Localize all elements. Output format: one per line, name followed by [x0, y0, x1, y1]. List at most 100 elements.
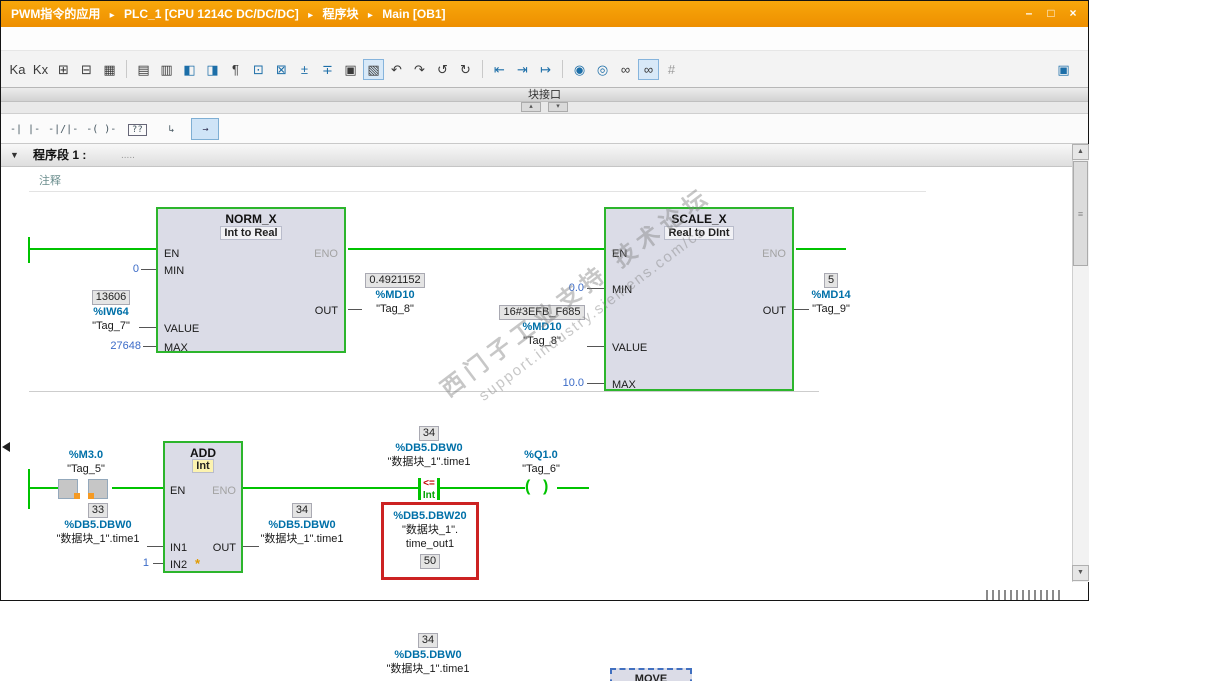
scale-min-constant[interactable]: 0.0: [544, 282, 584, 294]
breadcrumb-plc[interactable]: PLC_1 [CPU 1214C DC/DC/DC]: [124, 7, 299, 21]
insert-empty-box-icon[interactable]: ⊠: [271, 59, 292, 80]
operand-address[interactable]: %MD10: [495, 320, 589, 334]
drag-handle[interactable]: [88, 493, 94, 499]
collapse-all-networks-icon[interactable]: ▥: [156, 59, 177, 80]
operand-tag[interactable]: "Tag_8": [359, 302, 431, 316]
expand-operands-icon[interactable]: ±: [294, 59, 315, 80]
no-contact-symbol[interactable]: [58, 479, 112, 499]
operand-tag[interactable]: "数据块_1".: [384, 523, 476, 537]
norm-out-operand[interactable]: 0.4921152 %MD10 "Tag_8": [359, 273, 431, 316]
favorite-open-branch-icon[interactable]: ↳: [157, 118, 185, 140]
network-collapse-icon[interactable]: ▼: [10, 144, 19, 167]
norm-x-type-dropdown[interactable]: Int to Real: [158, 226, 344, 240]
favorites-pane-icon[interactable]: ▣: [340, 59, 361, 80]
scale-value-operand[interactable]: 16#3EFB_F685 %MD10 "Tag_8": [495, 305, 589, 348]
operand-address[interactable]: %MD14: [798, 288, 864, 302]
operand-tag[interactable]: "Tag_5": [56, 462, 116, 476]
favorite-no-contact-icon[interactable]: -| |-: [9, 118, 41, 140]
scale-x-block[interactable]: SCALE_X Real to DInt EN ENO MIN VALUE MA…: [604, 207, 794, 391]
operand-tag[interactable]: "数据块_1".time1: [37, 532, 159, 546]
cmp-type[interactable]: Int: [415, 490, 443, 501]
consistency-check-icon[interactable]: ↻: [455, 59, 476, 80]
symbolic-operand-icon[interactable]: Kx: [30, 59, 51, 80]
add-type-dropdown[interactable]: Int: [165, 459, 241, 473]
operand-tag[interactable]: "数据块_1".time1: [241, 532, 363, 546]
coil-symbol[interactable]: ): [543, 477, 548, 497]
breadcrumb-main-ob1[interactable]: Main [OB1]: [382, 7, 445, 21]
operand-tag[interactable]: "Tag_8": [495, 334, 589, 348]
network-comment[interactable]: 注释: [39, 172, 61, 188]
refresh-icon[interactable]: ↺: [432, 59, 453, 80]
interface-expand-button[interactable]: ▴: [520, 102, 541, 112]
add-in1-operand[interactable]: 33 %DB5.DBW0 "数据块_1".time1: [37, 503, 159, 546]
go-offline-icon[interactable]: ◎: [592, 59, 613, 80]
zoom-slider[interactable]: [986, 590, 1064, 600]
add-block[interactable]: ADD Int EN ENO IN1 IN2 OUT *: [163, 441, 243, 573]
favorite-jump-icon[interactable]: →: [191, 117, 220, 140]
operand-tag[interactable]: time_out1: [384, 537, 476, 551]
norm-min-constant[interactable]: 0: [101, 263, 139, 275]
network-header[interactable]: ▼ 程序段 1 : .....: [1, 144, 1088, 167]
splitter-grip-icon[interactable]: ≡: [1078, 209, 1083, 219]
favorite-empty-box-icon[interactable]: ??: [123, 118, 151, 140]
operand-address[interactable]: %DB5.DBW0: [37, 518, 159, 532]
favorite-nc-contact-icon[interactable]: -|/|-: [47, 118, 79, 140]
move-block-selected[interactable]: MOVE: [610, 668, 692, 681]
breadcrumb-program-blocks[interactable]: 程序块: [322, 7, 358, 21]
free-comment-icon[interactable]: ▧: [363, 58, 384, 80]
coil-symbol[interactable]: (: [525, 477, 530, 497]
monitoring-glasses-icon[interactable]: ∞: [615, 59, 636, 80]
insert-rung-icon[interactable]: ↦: [535, 59, 556, 80]
selection-mode-icon[interactable]: ▦: [99, 59, 120, 80]
operand-address[interactable]: %DB5.DBW20: [384, 509, 476, 523]
right-pane-icon[interactable]: ◨: [202, 59, 223, 80]
left-pane-icon[interactable]: ◧: [179, 59, 200, 80]
drag-handle[interactable]: [74, 493, 80, 499]
breadcrumb-project[interactable]: PWM指令的应用: [11, 7, 100, 21]
operand-address[interactable]: %M3.0: [56, 448, 116, 462]
operand-tag[interactable]: "数据块_1".time1: [368, 662, 488, 676]
scale-out-operand[interactable]: 5 %MD14 "Tag_9": [798, 273, 864, 316]
favorite-coil-icon[interactable]: -( )-: [85, 118, 117, 140]
scrollbar-thumb[interactable]: ≡: [1073, 161, 1088, 266]
insert-parameter-icon[interactable]: *: [195, 557, 200, 570]
contact-operand[interactable]: %M3.0 "Tag_5": [56, 448, 116, 476]
add-out-operand[interactable]: 34 %DB5.DBW0 "数据块_1".time1: [241, 503, 363, 546]
norm-x-block[interactable]: NORM_X Int to Real EN ENO MIN VALUE MAX …: [156, 207, 346, 354]
operand-tag[interactable]: "Tag_7": [73, 319, 149, 333]
undo-icon[interactable]: ↶: [386, 59, 407, 80]
interface-collapse-button[interactable]: ▾: [548, 102, 569, 112]
scroll-up-button[interactable]: ▲: [1072, 144, 1089, 160]
norm-value-operand[interactable]: 13606 %IW64 "Tag_7": [73, 290, 149, 333]
insert-branch-icon[interactable]: ⇤: [489, 59, 510, 80]
scale-max-constant[interactable]: 10.0: [542, 377, 584, 389]
block-interface-bar[interactable]: 块接口: [1, 88, 1088, 102]
network-comment-icon[interactable]: ¶: [225, 59, 246, 80]
rung3-operand[interactable]: 34 %DB5.DBW0 "数据块_1".time1: [368, 633, 488, 676]
scroll-down-button[interactable]: ▼: [1072, 565, 1089, 581]
operand-tag[interactable]: "数据块_1".time1: [369, 455, 489, 469]
cmp-top-operand[interactable]: 34 %DB5.DBW0 "数据块_1".time1: [369, 426, 489, 469]
minimize-button[interactable]: –: [1020, 4, 1038, 22]
monitoring-toggle-icon[interactable]: ∞: [638, 58, 659, 80]
cmp-operator[interactable]: <=: [415, 478, 443, 489]
operand-address[interactable]: %Q1.0: [511, 448, 571, 462]
collapse-operands-icon[interactable]: ∓: [317, 59, 338, 80]
maximize-button[interactable]: □: [1042, 4, 1060, 22]
operand-tag[interactable]: "Tag_9": [798, 302, 864, 316]
norm-max-constant[interactable]: 27648: [96, 340, 141, 352]
close-button[interactable]: ×: [1064, 4, 1082, 22]
go-online-icon[interactable]: ◉: [569, 59, 590, 80]
operand-address[interactable]: %MD10: [359, 288, 431, 302]
layout-panel-icon[interactable]: ▣: [1053, 59, 1074, 80]
operand-address[interactable]: %DB5.DBW0: [368, 648, 488, 662]
expand-all-networks-icon[interactable]: ▤: [133, 59, 154, 80]
coil-operand[interactable]: %Q1.0 "Tag_6": [511, 448, 571, 476]
delete-network-icon[interactable]: ⊟: [76, 59, 97, 80]
close-branch-icon[interactable]: ⇥: [512, 59, 533, 80]
insert-box-icon[interactable]: ⊡: [248, 59, 269, 80]
redo-icon[interactable]: ↷: [409, 59, 430, 80]
insert-network-icon[interactable]: ⊞: [53, 59, 74, 80]
cmp-bottom-operand-highlight[interactable]: %DB5.DBW20 "数据块_1". time_out1 50: [381, 502, 479, 580]
operand-tag[interactable]: "Tag_6": [511, 462, 571, 476]
